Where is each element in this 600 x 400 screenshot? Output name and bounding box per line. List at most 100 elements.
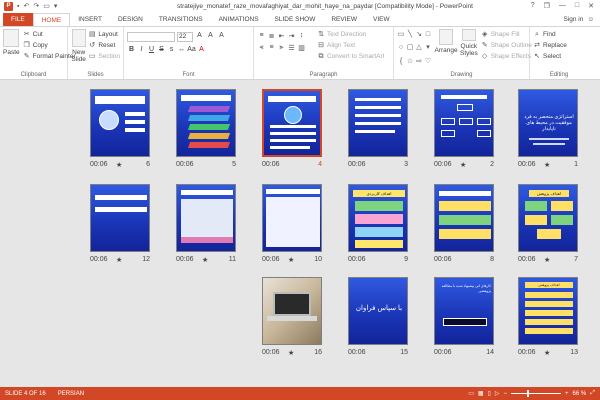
- ribbon-display-options-icon[interactable]: ❐: [544, 2, 550, 10]
- start-from-beginning-icon[interactable]: ▭: [43, 2, 50, 10]
- find-button[interactable]: ⌕ Find: [533, 29, 585, 40]
- font-name-input[interactable]: [127, 32, 175, 42]
- reset-button[interactable]: ↺ Reset: [88, 40, 120, 51]
- clear-formatting-icon[interactable]: A: [217, 32, 226, 42]
- quick-styles-button[interactable]: Quick Styles: [460, 29, 478, 70]
- font-size-input[interactable]: 22: [177, 32, 193, 42]
- help-icon[interactable]: ?: [531, 2, 535, 10]
- new-slide-icon: [71, 29, 86, 47]
- shrink-font-icon[interactable]: A: [206, 32, 215, 42]
- justify-icon[interactable]: ☰: [287, 44, 296, 52]
- slideshow-view-icon[interactable]: ▷: [495, 390, 500, 397]
- align-right-icon[interactable]: ⫸: [277, 44, 286, 52]
- brace-shape-icon[interactable]: {: [397, 58, 405, 66]
- block-arrow-shape-icon[interactable]: ⇨: [415, 58, 423, 66]
- language-indicator[interactable]: PERSIAN: [58, 391, 84, 397]
- slides-group: New Slide ▤ Layout ↺ Reset ▭ Section Slides: [68, 27, 124, 79]
- shape-outline-button[interactable]: ✎ Shape Outline: [481, 40, 532, 51]
- heart-shape-icon[interactable]: ♡: [424, 58, 432, 66]
- zoom-slider-thumb[interactable]: [527, 390, 530, 397]
- center-icon[interactable]: ≡: [267, 44, 276, 52]
- star-shape-icon[interactable]: ☆: [406, 58, 414, 66]
- quick-styles-icon: [461, 29, 476, 41]
- slide-box-yellow: [525, 319, 573, 325]
- textbox-shape-icon[interactable]: ▭: [397, 31, 405, 39]
- slide-duration: 00:06: [262, 161, 280, 168]
- reading-view-icon[interactable]: ▯: [488, 390, 491, 397]
- slide-title: اهداف کاربردی: [353, 190, 405, 197]
- save-icon[interactable]: ▪: [17, 3, 19, 10]
- font-color-icon[interactable]: A: [197, 46, 206, 53]
- tab-home[interactable]: HOME: [32, 13, 71, 26]
- zoom-out-icon[interactable]: −: [503, 391, 507, 397]
- zoom-level[interactable]: 66 %: [573, 391, 587, 397]
- maximize-button[interactable]: □: [575, 2, 579, 10]
- tab-animations[interactable]: ANIMATIONS: [211, 13, 267, 26]
- columns-icon[interactable]: ▥: [297, 44, 306, 52]
- align-text-button[interactable]: ⊟ Align Text: [317, 40, 384, 51]
- numbering-icon[interactable]: ≣: [267, 32, 276, 40]
- shapes-gallery[interactable]: ▭ ╲ ↘ □ ○ ▢ △ ▾ {☆ ⇨ ♡: [397, 31, 432, 70]
- bullets-icon[interactable]: ≡: [257, 32, 266, 40]
- select-button[interactable]: ↖ Select: [533, 51, 585, 62]
- shadow-icon[interactable]: s: [167, 46, 176, 53]
- convert-smartart-button[interactable]: ⧉ Convert to SmartArt: [317, 51, 385, 62]
- zoom-slider[interactable]: [510, 390, 561, 397]
- grow-font-icon[interactable]: A: [195, 32, 204, 42]
- slide-title-box: [439, 191, 491, 196]
- section-button[interactable]: ▭ Section: [88, 51, 120, 62]
- customize-toolbar-icon[interactable]: ▾: [54, 2, 58, 10]
- tab-insert[interactable]: INSERT: [70, 13, 110, 26]
- slide-box-yellow: [525, 310, 573, 316]
- decrease-indent-icon[interactable]: ⇤: [277, 32, 286, 40]
- replace-button[interactable]: ⇄ Replace: [533, 40, 585, 51]
- italic-button[interactable]: I: [137, 46, 146, 53]
- fit-to-window-icon[interactable]: ⤢: [590, 390, 595, 397]
- sign-in-link[interactable]: Sign in: [563, 13, 583, 26]
- tab-review[interactable]: REVIEW: [323, 13, 365, 26]
- select-label: Select: [543, 53, 562, 60]
- slide-text-line: [125, 128, 145, 132]
- underline-button[interactable]: U: [147, 46, 156, 53]
- arrow-shape-icon[interactable]: ↘: [415, 31, 423, 39]
- rect-shape-icon[interactable]: □: [424, 31, 432, 39]
- tab-view[interactable]: VIEW: [365, 13, 398, 26]
- paste-icon: [3, 29, 20, 47]
- slide-sorter-view[interactable]: 00:06 ★ 6 00:06 5 00:06 4 00:06 3 00:06 …: [0, 80, 600, 387]
- rounded-rect-shape-icon[interactable]: ▢: [406, 44, 414, 52]
- align-left-icon[interactable]: ⫷: [257, 44, 266, 52]
- text-direction-button[interactable]: ⇅ Text Direction: [317, 29, 384, 40]
- tab-slide-show[interactable]: SLIDE SHOW: [267, 13, 324, 26]
- slide-title-box: [268, 96, 316, 102]
- minimize-button[interactable]: —: [559, 2, 566, 10]
- tab-transitions[interactable]: TRANSITIONS: [151, 13, 211, 26]
- tab-file[interactable]: FILE: [3, 13, 33, 26]
- increase-indent-icon[interactable]: ⇥: [287, 32, 296, 40]
- animation-star-icon: ★: [202, 257, 209, 264]
- undo-icon[interactable]: ↶: [23, 2, 29, 10]
- redo-icon[interactable]: ↷: [33, 2, 39, 10]
- close-button[interactable]: ✕: [588, 2, 594, 10]
- bold-button[interactable]: B: [127, 46, 136, 53]
- arrange-button[interactable]: Arrange: [434, 29, 458, 70]
- zoom-in-icon[interactable]: +: [565, 391, 569, 397]
- layout-button[interactable]: ▤ Layout: [88, 29, 120, 40]
- triangle-shape-icon[interactable]: △: [415, 44, 423, 52]
- new-slide-button[interactable]: New Slide: [71, 29, 86, 70]
- strikethrough-button[interactable]: S: [157, 46, 166, 53]
- line-spacing-icon[interactable]: ↕: [297, 32, 306, 40]
- char-spacing-icon[interactable]: ↔: [177, 46, 186, 53]
- slides-group-label: Slides: [87, 72, 104, 78]
- change-case-icon[interactable]: Aa: [187, 46, 196, 53]
- shape-fill-button[interactable]: ◈ Shape Fill: [481, 29, 532, 40]
- paste-button[interactable]: Paste: [3, 29, 20, 70]
- more-shapes-icon[interactable]: ▾: [424, 44, 432, 52]
- normal-view-icon[interactable]: ▭: [468, 390, 474, 397]
- user-avatar-icon[interactable]: ☺: [587, 13, 594, 26]
- slide-sorter-view-icon[interactable]: ▦: [478, 390, 484, 397]
- slide-duration: 00:06: [90, 161, 108, 168]
- oval-shape-icon[interactable]: ○: [397, 44, 405, 52]
- tab-design[interactable]: DESIGN: [110, 13, 151, 26]
- line-shape-icon[interactable]: ╲: [406, 31, 414, 39]
- shape-effects-button[interactable]: ◇ Shape Effects: [481, 51, 532, 62]
